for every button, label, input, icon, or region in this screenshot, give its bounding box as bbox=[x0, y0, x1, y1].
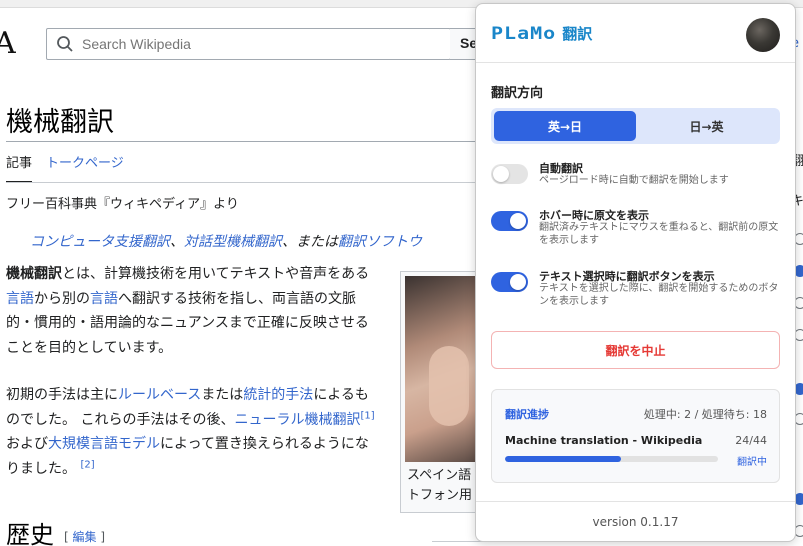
version-label: version 0.1.17 bbox=[592, 515, 679, 529]
direction-label: 翻訳方向 bbox=[491, 86, 544, 101]
term-bold: 機械翻訳 bbox=[6, 266, 62, 282]
link-rule-based[interactable]: ルールベース bbox=[118, 387, 201, 403]
search-input[interactable] bbox=[82, 36, 422, 52]
toggle-knob bbox=[510, 213, 526, 229]
from-wikipedia-line: フリー百科事典『ウィキペディア』より bbox=[6, 197, 239, 212]
progress-bar bbox=[505, 456, 718, 462]
page-title: 機械翻訳 bbox=[6, 107, 114, 138]
page-tabs: 記事 トークページ bbox=[6, 152, 124, 183]
toggle-knob bbox=[493, 166, 509, 182]
text: 初期の手法は主に bbox=[6, 387, 118, 403]
progress-fraction: 24/44 bbox=[735, 434, 767, 447]
progress-title: 翻訳進捗 bbox=[505, 408, 549, 421]
reference-2[interactable]: [2] bbox=[80, 459, 94, 470]
brand-wordmark: PLaMo bbox=[491, 22, 557, 44]
text: および bbox=[6, 436, 48, 452]
popup-header: PLaMo 翻訳 bbox=[476, 4, 795, 63]
auto-translate-toggle[interactable] bbox=[491, 164, 528, 184]
article-paragraph: 初期の手法は主にルールベースまたは統計的手法によるものでした。 これらの手法はそ… bbox=[6, 383, 376, 481]
plamo-translate-popup: PLaMo 翻訳 翻訳方向 英→日 日→英 自動翻訳 ページロード時に自動で翻訳… bbox=[475, 3, 796, 542]
direction-toggle: 英→日 日→英 bbox=[491, 108, 780, 144]
text: とは、計算機技術を用いてテキストや音声をある bbox=[62, 266, 370, 282]
tab-article[interactable]: 記事 bbox=[6, 152, 33, 183]
link-language[interactable]: 言語 bbox=[90, 291, 118, 307]
hatnote-text: 、 bbox=[170, 234, 184, 250]
article-figure: スペイン語 トフォン用 bbox=[400, 271, 477, 513]
option-description: ページロード時に自動で翻訳を開始します bbox=[539, 175, 729, 186]
figure-caption: スペイン語 トフォン用 bbox=[407, 466, 472, 506]
edit-link[interactable]: 編集 bbox=[73, 530, 97, 544]
hatnote-link[interactable]: 翻訳ソフトウ bbox=[338, 234, 422, 250]
hatnote-link[interactable]: コンピュータ支援翻訳 bbox=[30, 234, 170, 250]
popup-footer: version 0.1.17 bbox=[476, 501, 795, 541]
selection-button-toggle[interactable] bbox=[491, 272, 528, 292]
reference-1[interactable]: [1] bbox=[360, 410, 374, 421]
link-language[interactable]: 言語 bbox=[6, 291, 34, 307]
brand-logo: PLaMo 翻訳 bbox=[491, 21, 592, 45]
wikipedia-logo-fragment[interactable]: A bbox=[0, 26, 16, 61]
hatnote-text: 、または bbox=[282, 234, 338, 250]
figure-image-detail bbox=[429, 346, 469, 426]
progress-counts: 処理中: 2 / 処理待ち: 18 bbox=[643, 408, 767, 421]
hover-original-toggle[interactable] bbox=[491, 211, 528, 231]
brand-suffix: 翻訳 bbox=[562, 24, 593, 43]
title-divider bbox=[6, 141, 476, 142]
article-paragraph: 機械翻訳とは、計算機技術を用いてテキストや音声をある言語から別の言語へ翻訳する技… bbox=[6, 262, 376, 360]
option-description: 翻訳済みテキストにマウスを重ねると、翻訳前の原文を表示します bbox=[539, 222, 779, 246]
progress-bar-fill bbox=[505, 456, 622, 462]
link-statistical[interactable]: 統計的手法 bbox=[243, 387, 313, 403]
progress-status: 翻訳中 bbox=[737, 457, 767, 468]
section-edit: [ 編集 ] bbox=[64, 528, 105, 545]
edit-bracket: [ bbox=[64, 530, 73, 544]
stop-translation-button[interactable]: 翻訳を中止 bbox=[491, 331, 780, 369]
link-neural-mt[interactable]: ニューラル機械翻訳 bbox=[234, 412, 360, 428]
hatnote-link[interactable]: 対話型機械翻訳 bbox=[184, 234, 282, 250]
direction-en-ja-button[interactable]: 英→日 bbox=[494, 111, 636, 141]
toggle-knob bbox=[510, 274, 526, 290]
progress-card: 翻訳進捗 処理中: 2 / 処理待ち: 18 Machine translati… bbox=[491, 389, 780, 483]
avatar[interactable] bbox=[746, 18, 780, 52]
text: から別の bbox=[34, 290, 90, 307]
progress-page-title: Machine translation - Wikipedia bbox=[505, 434, 703, 447]
tab-talk[interactable]: トークページ bbox=[46, 152, 124, 183]
link-llm[interactable]: 大規模言語モデル bbox=[48, 436, 160, 452]
caption-line: スペイン語 bbox=[407, 468, 472, 483]
text: または bbox=[201, 387, 244, 403]
option-description: テキストを選択した際に、翻訳を開始するためのボタンを表示します bbox=[539, 283, 779, 307]
hatnote: コンピュータ支援翻訳、対話型機械翻訳、または翻訳ソフトウ bbox=[30, 231, 422, 251]
caption-line: トフォン用 bbox=[407, 488, 473, 503]
tabs-divider bbox=[6, 182, 476, 183]
section-heading: 歴史 bbox=[6, 521, 54, 546]
figure-image[interactable] bbox=[405, 276, 477, 462]
edit-bracket: ] bbox=[96, 530, 106, 544]
direction-ja-en-button[interactable]: 日→英 bbox=[636, 111, 777, 141]
wiki-search-box[interactable] bbox=[46, 28, 451, 60]
search-icon bbox=[54, 31, 80, 57]
